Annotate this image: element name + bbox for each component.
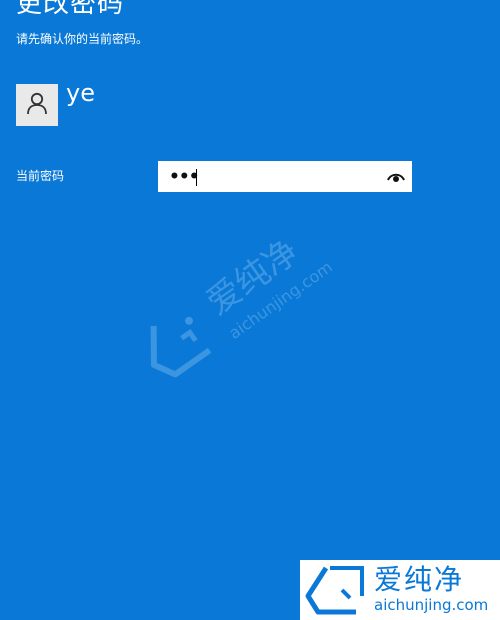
aichunjing-logo-icon: [305, 566, 364, 615]
account-username: ye: [66, 79, 95, 107]
corner-watermark-brand-cn: 爱纯净: [374, 563, 465, 596]
eye-icon: [387, 168, 405, 187]
text-caret: [196, 169, 197, 186]
page-title: 更改密码: [16, 0, 125, 19]
corner-watermark-brand-url: aichunjing.com: [374, 596, 489, 614]
page-subtitle: 请先确认你的当前密码。: [16, 32, 149, 46]
corner-watermark: 爱纯净 aichunjing.com: [300, 560, 500, 620]
avatar: [16, 84, 58, 126]
person-icon: [26, 91, 48, 119]
current-password-label: 当前密码: [16, 169, 65, 183]
current-password-value: •••: [169, 167, 200, 187]
reveal-password-button[interactable]: [385, 168, 407, 186]
watermark: 爱纯净 aichunjing.com: [101, 162, 395, 439]
